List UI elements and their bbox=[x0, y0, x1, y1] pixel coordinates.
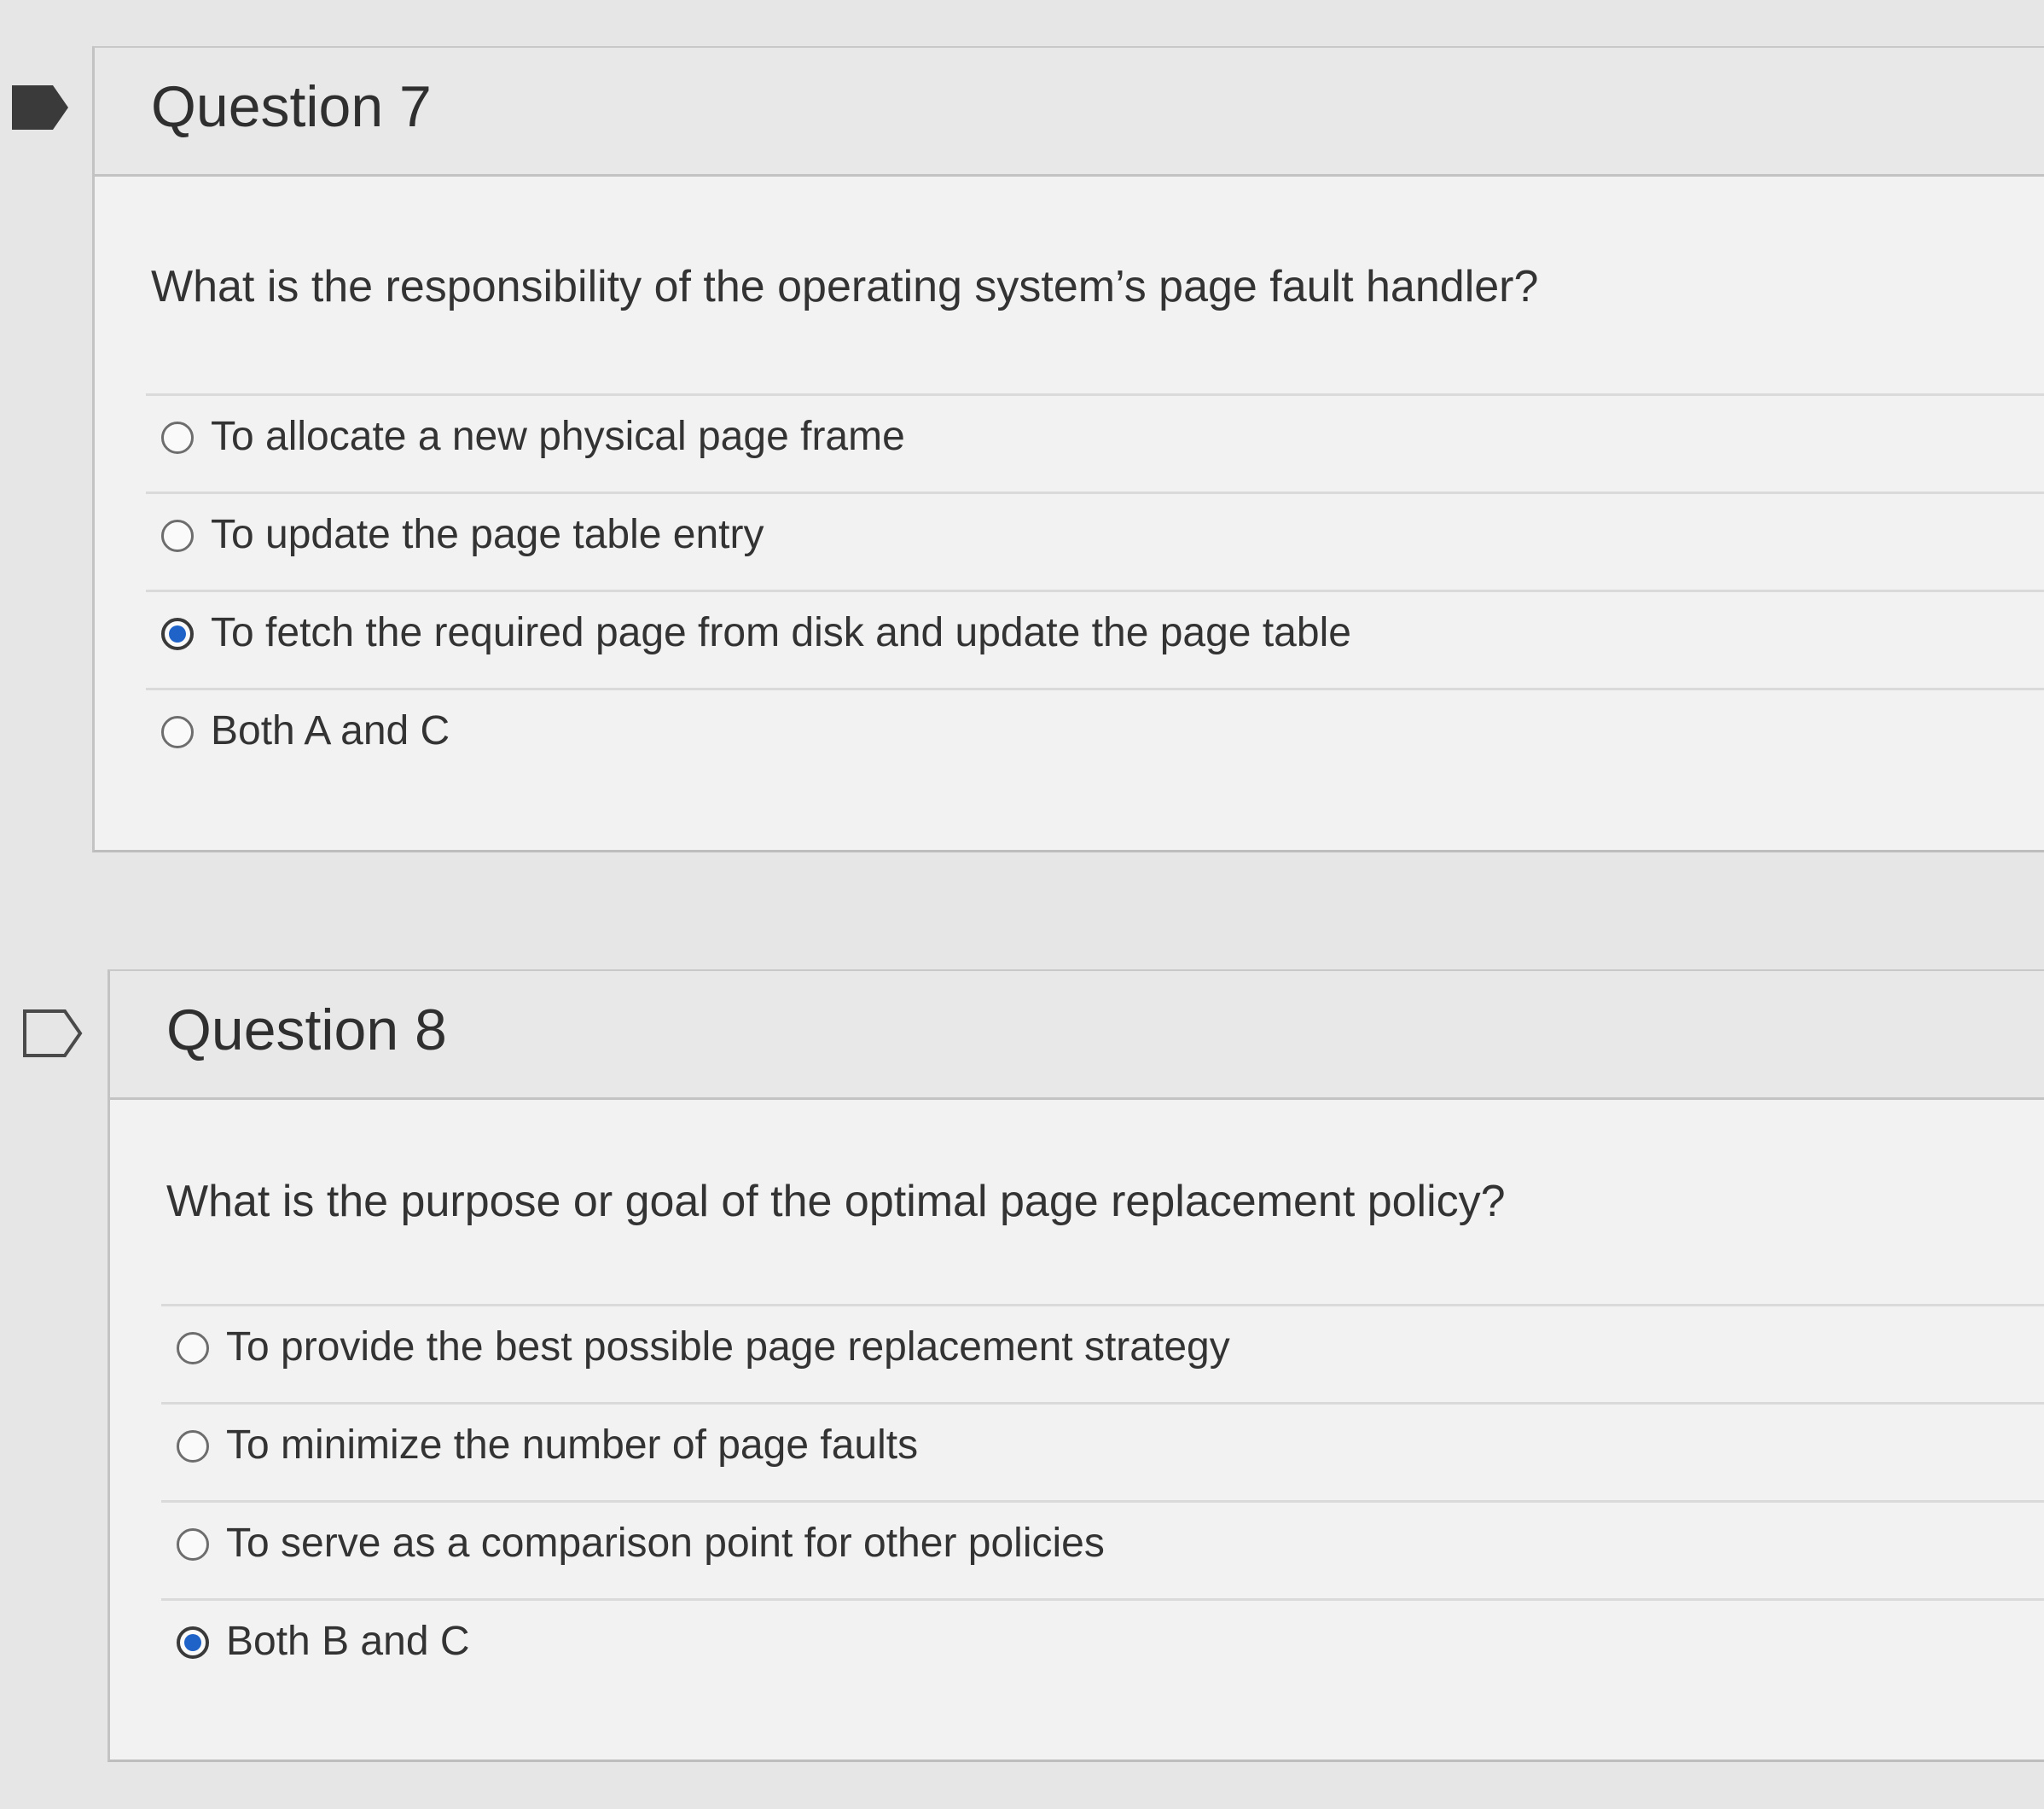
radio-button-selected[interactable] bbox=[161, 618, 194, 650]
answer-option-d[interactable]: Both A and C bbox=[146, 688, 2044, 788]
option-label: To provide the best possible page replac… bbox=[226, 1324, 1230, 1370]
answer-option-a[interactable]: To allocate a new physical page frame bbox=[146, 393, 2044, 494]
radio-button[interactable] bbox=[177, 1332, 209, 1364]
answer-option-b[interactable]: To update the page table entry bbox=[146, 492, 2044, 592]
flag-outline-icon[interactable] bbox=[22, 1009, 84, 1058]
flag-filled-icon[interactable] bbox=[10, 84, 70, 131]
question-title: Question 7 bbox=[151, 74, 432, 139]
answer-option-b[interactable]: To minimize the number of page faults bbox=[161, 1402, 2044, 1503]
question-header: Question 7 bbox=[95, 48, 2044, 177]
option-label: To minimize the number of page faults bbox=[226, 1422, 919, 1468]
question-7-card: Question 7 What is the responsibility of… bbox=[92, 46, 2044, 852]
radio-button[interactable] bbox=[161, 520, 194, 552]
answer-option-d[interactable]: Both B and C bbox=[161, 1598, 2044, 1699]
question-8-card: Question 8 What is the purpose or goal o… bbox=[107, 969, 2044, 1762]
radio-button[interactable] bbox=[161, 716, 194, 748]
option-label: To update the page table entry bbox=[211, 512, 764, 557]
question-header: Question 8 bbox=[110, 971, 2044, 1100]
radio-button[interactable] bbox=[177, 1528, 209, 1561]
answer-option-c[interactable]: To serve as a comparison point for other… bbox=[161, 1500, 2044, 1601]
radio-button[interactable] bbox=[161, 422, 194, 454]
question-title: Question 8 bbox=[166, 998, 447, 1062]
question-text: What is the purpose or goal of the optim… bbox=[166, 1177, 1506, 1226]
radio-button[interactable] bbox=[177, 1430, 209, 1463]
option-label: Both B and C bbox=[226, 1619, 470, 1664]
option-label: To fetch the required page from disk and… bbox=[211, 610, 1351, 655]
radio-button-selected[interactable] bbox=[177, 1626, 209, 1659]
option-label: To allocate a new physical page frame bbox=[211, 414, 905, 459]
option-label: Both A and C bbox=[211, 708, 450, 753]
question-text: What is the responsibility of the operat… bbox=[151, 262, 1539, 311]
answer-option-a[interactable]: To provide the best possible page replac… bbox=[161, 1304, 2044, 1405]
option-label: To serve as a comparison point for other… bbox=[226, 1521, 1105, 1566]
answer-option-c[interactable]: To fetch the required page from disk and… bbox=[146, 590, 2044, 690]
